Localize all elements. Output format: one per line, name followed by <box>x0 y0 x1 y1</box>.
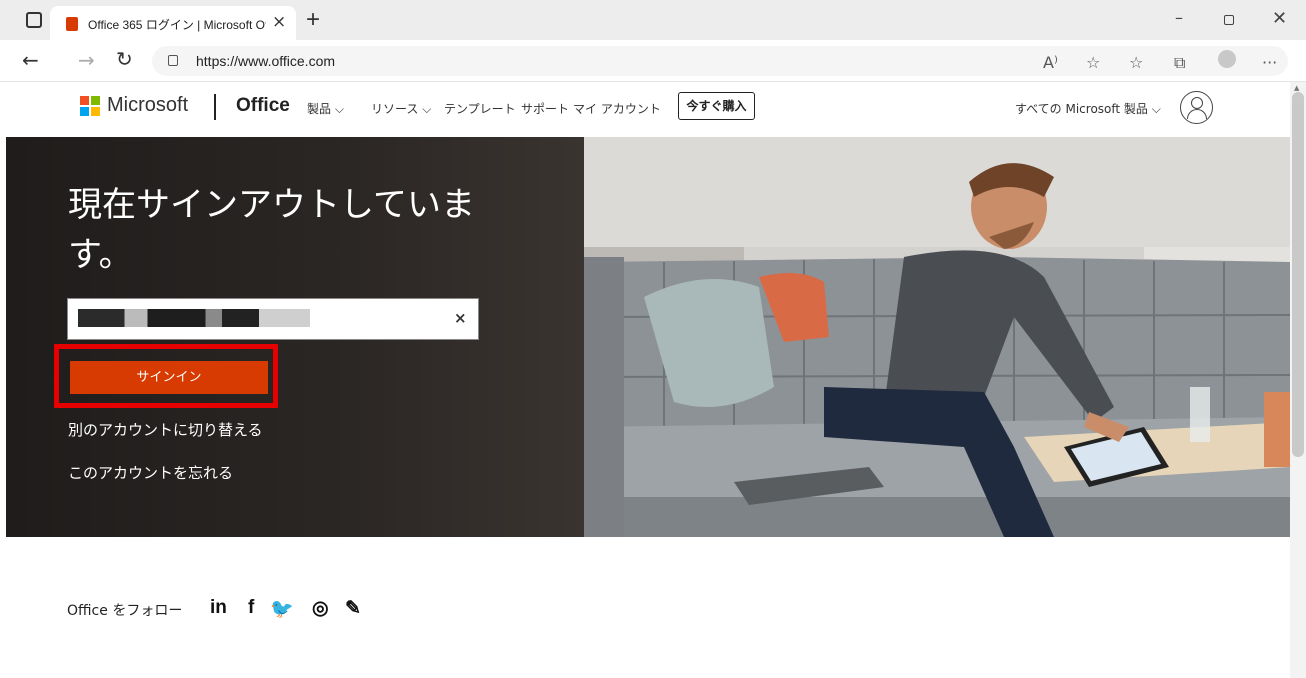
microsoft-brand[interactable]: Microsoft <box>107 94 188 117</box>
reload-icon[interactable]: ↻ <box>116 47 133 71</box>
favorites-icon[interactable]: ☆ <box>1129 53 1143 72</box>
buy-now-button[interactable]: 今すぐ購入 <box>678 92 755 120</box>
all-products-menu[interactable]: すべての Microsoft 製品 ⌵ <box>1015 100 1161 117</box>
forward-icon[interactable]: → <box>78 48 95 72</box>
clear-email-icon[interactable]: × <box>454 309 467 327</box>
office-brand[interactable]: Office <box>236 95 290 117</box>
email-field[interactable]: × <box>67 298 479 340</box>
office-favicon-icon <box>66 17 78 31</box>
url-text: https://www.office.com <box>196 53 336 69</box>
twitter-icon[interactable]: 🐦 <box>270 597 294 621</box>
window-close-icon[interactable]: ✕ <box>1272 9 1287 29</box>
scrollbar-thumb[interactable] <box>1292 92 1304 457</box>
tab-title: Office 365 ログイン | Microsoft Offi <box>88 18 266 32</box>
back-icon[interactable]: ← <box>22 48 39 72</box>
site-header: Microsoft Office 製品 ⌵ リソース ⌵ テンプレート サポート… <box>0 82 1290 137</box>
browser-tab[interactable]: Office 365 ログイン | Microsoft Offi × <box>50 6 296 40</box>
header-divider <box>214 94 216 120</box>
lock-icon[interactable] <box>168 55 178 66</box>
profile-avatar-icon[interactable] <box>1218 50 1236 68</box>
new-tab-icon[interactable]: + <box>306 6 320 34</box>
tab-close-icon[interactable]: × <box>272 12 286 32</box>
more-icon[interactable]: ··· <box>1262 53 1277 72</box>
maximize-icon[interactable] <box>1224 15 1234 25</box>
follow-label: Office をフォロー <box>67 603 183 619</box>
url-field[interactable]: https://www.office.com <box>152 46 1288 76</box>
scroll-up-icon[interactable]: ▲ <box>1294 84 1299 92</box>
nav-support[interactable]: サポート <box>521 100 569 117</box>
blog-icon[interactable]: ✎ <box>345 597 361 620</box>
linkedin-icon[interactable]: in <box>210 597 227 619</box>
hero-title: 現在サインアウトしています。 <box>68 185 475 275</box>
tab-actions-icon[interactable] <box>26 12 42 28</box>
nav-my-account[interactable]: マイ アカウント <box>573 100 661 117</box>
collections-icon[interactable]: ⧉ <box>1174 53 1185 73</box>
nav-resources[interactable]: リソース ⌵ <box>371 100 431 117</box>
microsoft-logo-icon[interactable] <box>80 96 100 116</box>
facebook-icon[interactable]: f <box>248 597 254 619</box>
switch-account-link[interactable]: 別のアカウントに切り替える <box>68 419 263 440</box>
browser-tab-bar: Office 365 ログイン | Microsoft Offi × + – ✕ <box>0 0 1306 40</box>
signin-button[interactable]: サインイン <box>70 361 268 394</box>
nav-products[interactable]: 製品 ⌵ <box>307 100 344 117</box>
forget-account-link[interactable]: このアカウントを忘れる <box>68 462 233 483</box>
instagram-icon[interactable]: ◎ <box>312 597 329 620</box>
minimize-icon[interactable]: – <box>1175 8 1183 27</box>
redacted-email <box>78 309 310 327</box>
nav-templates[interactable]: テンプレート <box>444 100 516 117</box>
add-favorite-icon[interactable]: ☆ <box>1086 53 1100 72</box>
address-bar: ← → ↻ https://www.office.com A⁾ ☆ ☆ ⧉ ··… <box>0 40 1306 82</box>
account-icon[interactable] <box>1180 91 1213 124</box>
hero-photo <box>584 137 1290 537</box>
read-aloud-icon[interactable]: A⁾ <box>1043 53 1058 72</box>
hero-banner: 現在サインアウトしています。 × サインイン 別のアカウントに切り替える このア… <box>6 137 1290 537</box>
